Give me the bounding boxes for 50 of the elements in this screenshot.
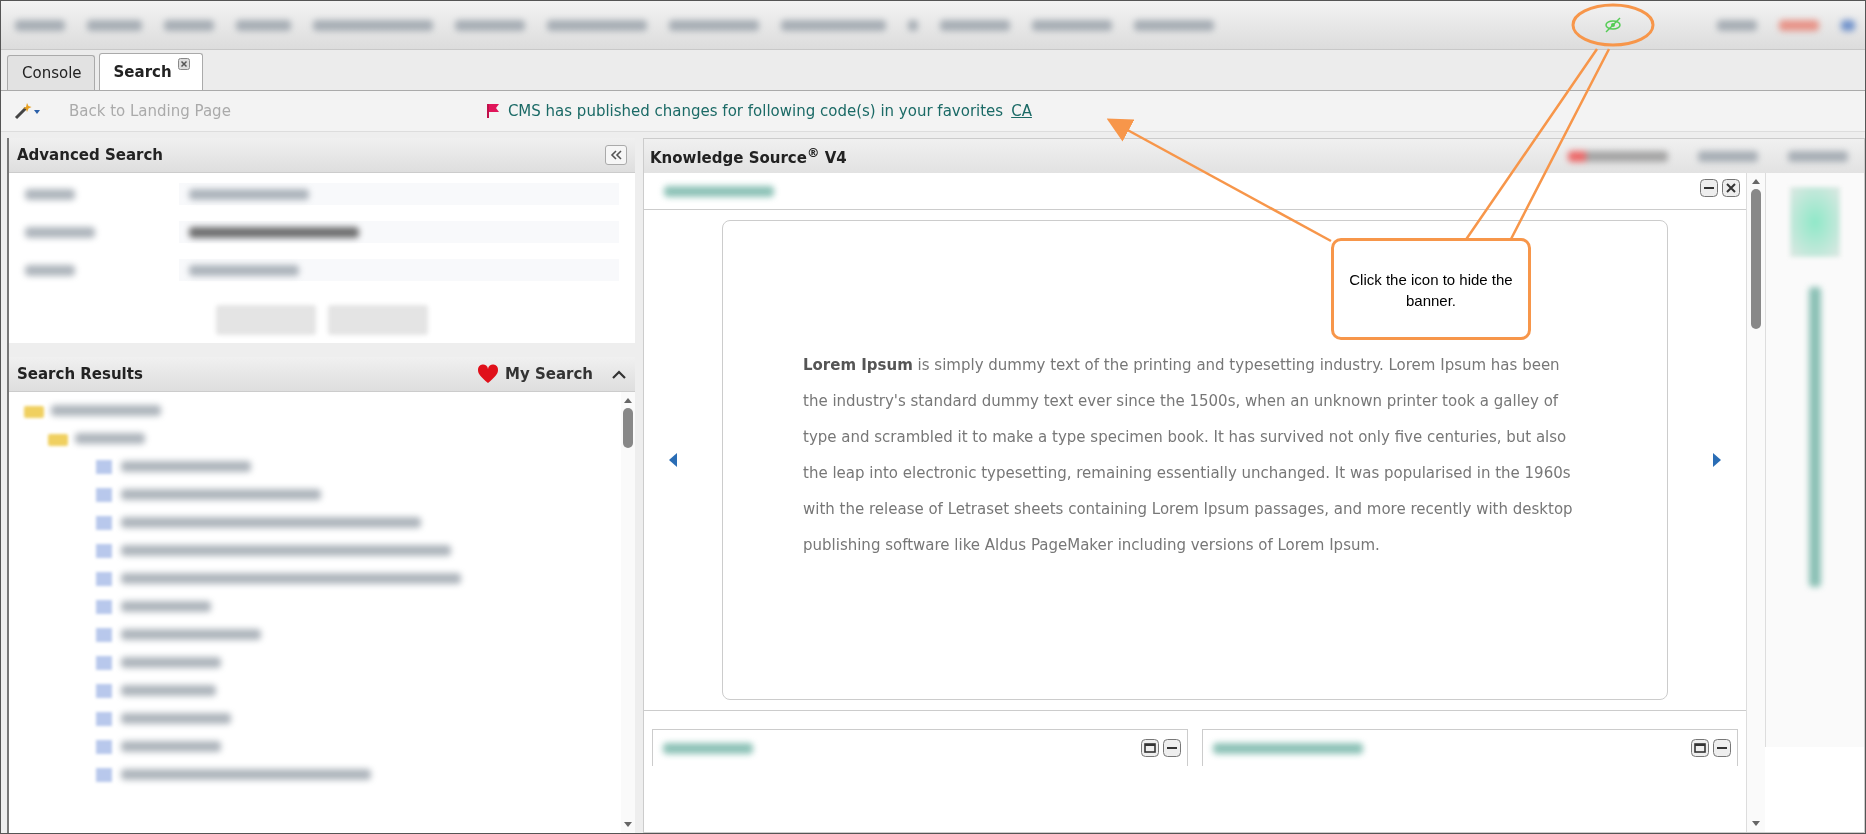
right-arrow-icon (1712, 452, 1722, 468)
scroll-thumb[interactable] (623, 408, 633, 448)
callout-text: Click the icon to hide the banner. (1331, 238, 1531, 340)
document-icon (93, 654, 115, 671)
minimize-icon (1700, 179, 1718, 197)
panel-title: Search Results (17, 365, 143, 383)
document-icon (93, 486, 115, 503)
code-link[interactable]: CA (1011, 102, 1032, 120)
previous-button[interactable] (668, 452, 678, 468)
maximize-icon (1141, 739, 1159, 757)
document-icon (93, 682, 115, 699)
maximize-icon (1691, 739, 1709, 757)
document-icon (93, 598, 115, 615)
tab[interactable]: Console (7, 55, 95, 90)
document-icon (93, 710, 115, 727)
minimize-icon (1163, 739, 1181, 757)
document-icon (93, 738, 115, 755)
double-chevron-icon (609, 149, 623, 161)
chevron-up-icon (611, 368, 627, 380)
heart-icon (477, 364, 499, 384)
document-icon (93, 626, 115, 643)
document-icon (93, 514, 115, 531)
left-arrow-icon (668, 452, 678, 468)
wand-icon (13, 101, 41, 121)
banner-message: CMS has published changes for following code(s) in your favorites (507, 102, 1004, 120)
scroll-thumb[interactable] (1751, 189, 1761, 329)
scroll-down-icon (623, 821, 633, 829)
document-icon (93, 542, 115, 559)
panel-title: Advanced Search (17, 146, 163, 164)
document-icon (93, 458, 115, 475)
blurred-tile (1790, 187, 1840, 257)
panel-title: Knowledge Source$^{®}$ V4 (650, 145, 847, 167)
scroll-down-icon (1751, 820, 1761, 828)
collapse-button[interactable] (605, 145, 627, 165)
tools-menu-button[interactable] (13, 101, 41, 121)
minimize-icon (1713, 739, 1731, 757)
flag-icon (485, 103, 500, 119)
scroll-up-icon (623, 396, 633, 404)
scrollbar[interactable] (1747, 173, 1765, 832)
close-icon (177, 58, 190, 70)
document-icon (93, 570, 115, 587)
next-button[interactable] (1712, 452, 1722, 468)
tab[interactable]: Search (98, 53, 203, 90)
paragraph: Lorem Ipsum is simply dummy text of the printing and typesetting industry. Lorem Ipsum has been the industry's standard dummy text ever since the 1500s, when an unknown printer took a galley of type and scrambled it to make a type specimen book. It has survived not only five centuries, but also the leap into electronic typesetting, remaining essentially unchanged. It was popularised in the 1960s with the release of Letraset sheets containing Lorem Ipsum passages, and more recently with desktop publishing software like Aldus PageMaker including versions of Lorem Ipsum. (803, 355, 1574, 556)
close-icon (1722, 179, 1740, 197)
document-icon (93, 766, 115, 783)
scroll-up-icon (1751, 177, 1761, 185)
scrollbar[interactable] (621, 392, 635, 833)
eye-slash-icon (1603, 15, 1623, 35)
my-search-button[interactable]: My Search (477, 364, 593, 384)
